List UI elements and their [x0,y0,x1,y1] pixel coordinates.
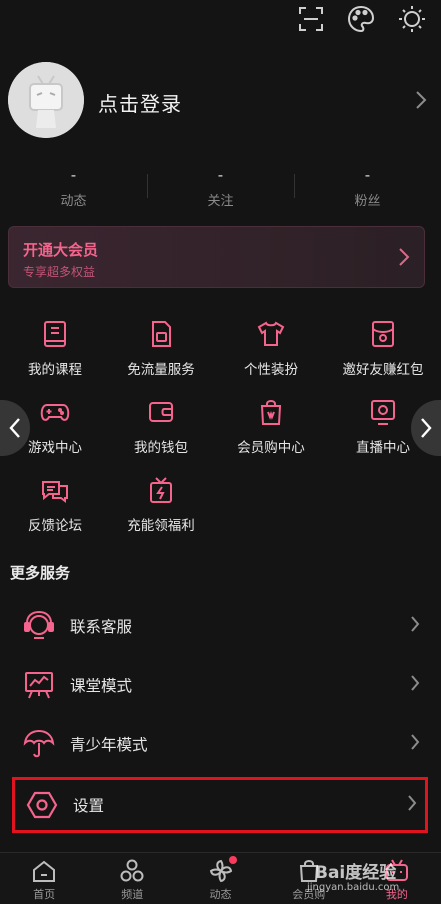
chevron-right-icon [398,247,410,271]
vip-title: 开通大会员 [23,241,99,259]
tab-home[interactable]: 首页 [0,853,88,904]
grid-item-label: 免流量服务 [127,362,195,378]
chevron-right-icon [410,674,420,696]
stat-label: 动态 [60,194,87,209]
grid-item-vip-mall[interactable]: 会员购中心 [216,390,326,460]
stat-dynamics[interactable]: - 动态 [0,166,147,216]
profile-login-row[interactable]: 点击登录 [8,62,433,140]
avatar[interactable] [8,62,84,138]
tshirt-icon [255,318,287,350]
shopping-bag-icon [296,858,322,884]
grid-item-wallet[interactable]: 我的钱包 [106,390,216,460]
tab-mine[interactable]: 我的 [353,853,441,904]
stat-value: - [364,166,371,184]
top-bar [0,0,441,44]
list-item-customer-service[interactable]: 联系客服 [12,598,428,654]
grid-item-feedback-forum[interactable]: 反馈论坛 [0,468,110,538]
vip-banner[interactable]: 开通大会员 专享超多权益 [8,226,425,288]
notification-dot [228,856,237,864]
palette-icon[interactable] [346,4,376,34]
live-tv-icon [367,396,399,428]
chevron-right-icon [415,90,427,114]
grid-item-label: 反馈论坛 [28,518,82,534]
tab-label: 动态 [209,888,232,901]
grid-row: 游戏中心 我的钱包 会员购中心 直播中心 [0,390,441,460]
settings-hex-icon [25,788,59,822]
bottom-tab-bar: 首页 频道 动态 会员购 我的 [0,852,441,904]
list-item-label: 青少年模式 [70,736,148,754]
grid-item-label: 个性装扮 [244,362,298,378]
grid-item-label: 邀好友赚红包 [342,362,424,378]
tab-channel[interactable]: 频道 [88,853,176,904]
gamepad-icon [39,396,71,428]
stat-fans[interactable]: - 粉丝 [294,166,441,216]
stat-following[interactable]: - 关注 [147,166,294,216]
sim-card-icon [145,318,177,350]
list-item-label: 设置 [73,797,105,815]
grid-row: 反馈论坛 充能领福利 [0,468,441,538]
vip-subtitle: 专享超多权益 [23,265,96,279]
tab-label: 频道 [121,888,144,901]
grid-row: 我的课程 免流量服务 个性装扮 邀好友赚红包 [0,312,441,382]
presentation-board-icon [22,668,56,702]
grid-item-invite-friends[interactable]: 邀好友赚红包 [328,312,438,382]
grid-item-free-data[interactable]: 免流量服务 [106,312,216,382]
tv-mascot-icon [384,858,410,884]
grid-item-label: 充能领福利 [127,518,195,534]
shopping-bag-icon [255,396,287,428]
chevron-right-icon [421,418,432,438]
stat-value: - [70,166,77,184]
theme-sun-icon[interactable] [397,4,427,34]
tab-label: 我的 [385,888,408,901]
tab-label: 首页 [33,888,56,901]
red-envelope-icon [367,318,399,350]
scan-icon[interactable] [296,4,326,34]
chevron-right-icon [407,794,417,816]
list-item-settings[interactable]: 设置 [12,777,428,833]
list-item-classroom-mode[interactable]: 课堂模式 [12,657,428,713]
chat-bubbles-icon [39,474,71,506]
stat-value: - [217,166,224,184]
list-item-label: 联系客服 [70,618,133,636]
home-icon [31,858,57,884]
grid-item-label: 我的钱包 [134,440,188,456]
grid-item-my-courses[interactable]: 我的课程 [0,312,110,382]
grid-item-charge-rewards[interactable]: 充能领福利 [106,468,216,538]
headset-icon [22,609,56,643]
grid-item-decoration[interactable]: 个性装扮 [216,312,326,382]
grid-item-label: 我的课程 [28,362,82,378]
tab-label: 会员购 [292,888,326,901]
stat-label: 关注 [207,194,234,209]
course-book-icon [39,318,71,350]
chevron-right-icon [410,733,420,755]
stats-row: - 动态 - 关注 - 粉丝 [0,166,441,216]
umbrella-icon [22,727,56,761]
list-item-teen-mode[interactable]: 青少年模式 [12,716,428,772]
tab-vip-mall[interactable]: 会员购 [265,853,353,904]
channel-circles-icon [119,858,145,884]
wallet-icon [145,396,177,428]
gift-bolt-icon [145,474,177,506]
chevron-right-icon [410,615,420,637]
section-title-more-services: 更多服务 [10,564,71,582]
chevron-left-icon [9,418,20,438]
login-prompt[interactable]: 点击登录 [98,88,182,117]
grid-item-label: 会员购中心 [237,440,305,456]
list-item-label: 课堂模式 [70,677,133,695]
stat-label: 粉丝 [354,194,381,209]
tab-dynamics[interactable]: 动态 [176,853,264,904]
